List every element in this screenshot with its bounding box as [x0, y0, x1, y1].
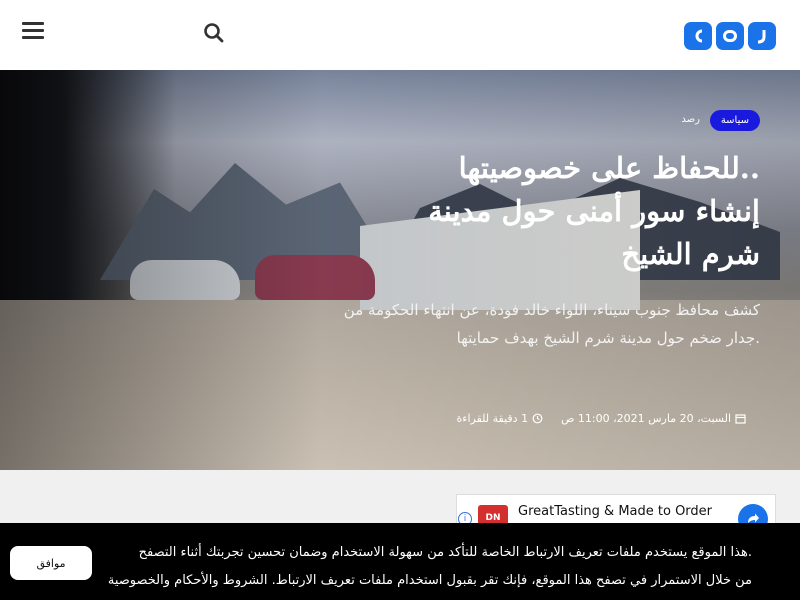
tag-link[interactable]: رصد [681, 114, 700, 125]
cookie-text: هذا الموقع يستخدم ملفات تعريف الارتباط ا… [12, 539, 752, 595]
cookie-line-1: هذا الموقع يستخدم ملفات تعريف الارتباط ا… [138, 545, 752, 560]
publish-date: السبت، 20 مارس 2021، 11:00 ص [561, 412, 731, 425]
title-line-2: إنشاء سور أمنى حول مدينة [428, 194, 760, 228]
date-meta: السبت، 20 مارس 2021، 11:00 ص [561, 412, 746, 425]
site-logo[interactable]: د ص ر [684, 22, 776, 52]
hamburger-menu-icon[interactable] [22, 22, 44, 40]
accept-cookies-button[interactable]: موافق [10, 546, 92, 580]
logo-letter-2: ص [716, 22, 744, 50]
title-line-3: شرم الشيخ [621, 237, 760, 271]
logo-letter-1: د [684, 22, 712, 50]
ad-title[interactable]: GreatTasting & Made to Order [518, 504, 712, 519]
calendar-icon [735, 414, 746, 424]
cookie-notice: هذا الموقع يستخدم ملفات تعريف الارتباط ا… [0, 523, 800, 600]
article-meta: السبت، 20 مارس 2021، 11:00 ص 1 دقيقة للق… [457, 412, 746, 425]
search-icon-graphic [204, 23, 224, 43]
article-title[interactable]: للحفاظ على خصوصيتها.. إنشاء سور أمنى حول… [340, 147, 760, 276]
clock-icon [532, 413, 543, 424]
category-badge[interactable]: سياسة [709, 110, 760, 131]
search-icon[interactable] [203, 22, 225, 44]
title-line-1: للحفاظ على خصوصيتها.. [458, 151, 760, 185]
logo-letter-3: ر [748, 22, 776, 50]
read-time: 1 دقيقة للقراءة [456, 412, 529, 425]
top-header: د ص ر [0, 0, 800, 70]
cookie-line-2: من خلال الاستمرار في تصفح هذا الموقع، فإ… [107, 573, 752, 588]
article-excerpt: كشف محافظ جنوب سيناء، اللواء خالد فودة، … [343, 301, 760, 347]
read-time-meta: 1 دقيقة للقراءة [457, 412, 544, 425]
